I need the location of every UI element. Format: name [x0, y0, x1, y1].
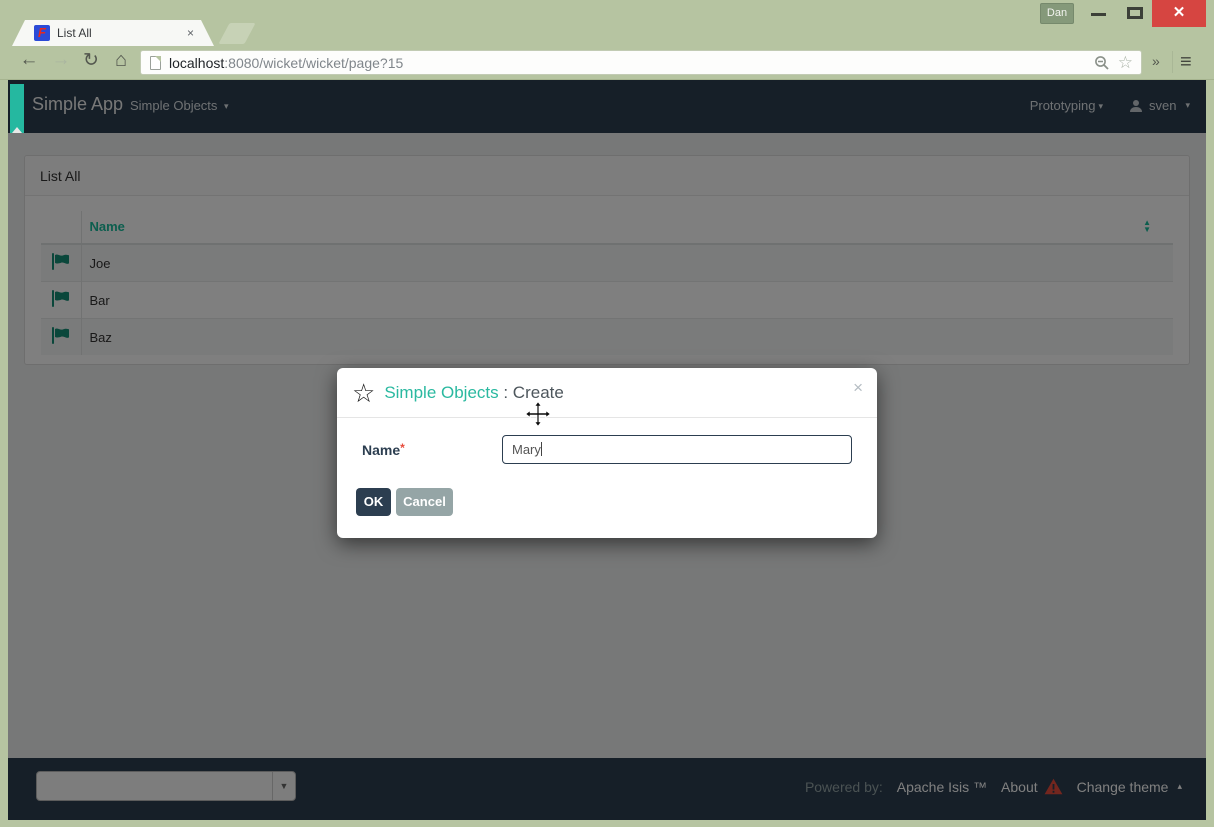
- close-icon[interactable]: ×: [853, 379, 863, 396]
- address-bar[interactable]: localhost:8080/wicket/wicket/page?15 ☆: [140, 50, 1142, 75]
- dialog-title: Simple Objects : Create: [384, 383, 564, 403]
- toolbar-separator: [1172, 51, 1173, 73]
- dialog-title-action: : Create: [499, 383, 564, 402]
- url-text[interactable]: localhost:8080/wicket/wicket/page?15: [169, 55, 1094, 71]
- bookmark-star-icon[interactable]: ☆: [1118, 53, 1133, 73]
- page-viewport: Simple App Simple Objects ▾ Prototyping▾…: [8, 80, 1206, 820]
- dialog-title-object[interactable]: Simple Objects: [384, 383, 498, 402]
- forward-icon[interactable]: →: [48, 49, 74, 71]
- minimize-icon: [1091, 13, 1106, 16]
- url-path: :8080/wicket/wicket/page?15: [224, 55, 403, 71]
- tab-title: List All: [57, 26, 187, 40]
- back-icon[interactable]: ←: [16, 49, 42, 71]
- url-host: localhost: [169, 55, 224, 71]
- dialog-header[interactable]: ☆ Simple Objects : Create ×: [337, 368, 877, 418]
- tab-close-icon[interactable]: ×: [187, 26, 194, 40]
- new-tab-button[interactable]: [218, 23, 255, 44]
- tab-strip: F List All ×: [0, 20, 1214, 46]
- cancel-button[interactable]: Cancel: [396, 488, 453, 516]
- ok-button[interactable]: OK: [356, 488, 391, 516]
- text-caret: [541, 442, 542, 456]
- create-dialog: ☆ Simple Objects : Create × Name* Mary O…: [337, 368, 877, 538]
- dialog-body: Name* Mary OK Cancel: [337, 418, 877, 537]
- favicon-icon: F: [34, 25, 50, 41]
- browser-tab[interactable]: F List All ×: [12, 20, 214, 46]
- home-icon[interactable]: ⌂: [108, 49, 134, 72]
- maximize-icon: [1127, 7, 1143, 19]
- browser-toolbar: ← → ↻ ⌂ localhost:8080/wicket/wicket/pag…: [0, 46, 1214, 80]
- required-asterisk: *: [400, 441, 405, 455]
- name-input[interactable]: Mary: [502, 435, 852, 464]
- star-icon: ☆: [352, 380, 375, 406]
- reload-icon[interactable]: ↻: [78, 49, 104, 72]
- name-field-label: Name*: [362, 441, 405, 458]
- extensions-overflow-icon[interactable]: »: [1152, 53, 1158, 69]
- brand-accent-strip: [10, 84, 24, 133]
- move-cursor-icon: [525, 401, 551, 427]
- zoom-out-icon[interactable]: [1094, 55, 1110, 71]
- page-document-icon: [150, 56, 161, 70]
- name-input-value: Mary: [512, 442, 541, 457]
- chrome-menu-icon[interactable]: ≡: [1180, 51, 1192, 74]
